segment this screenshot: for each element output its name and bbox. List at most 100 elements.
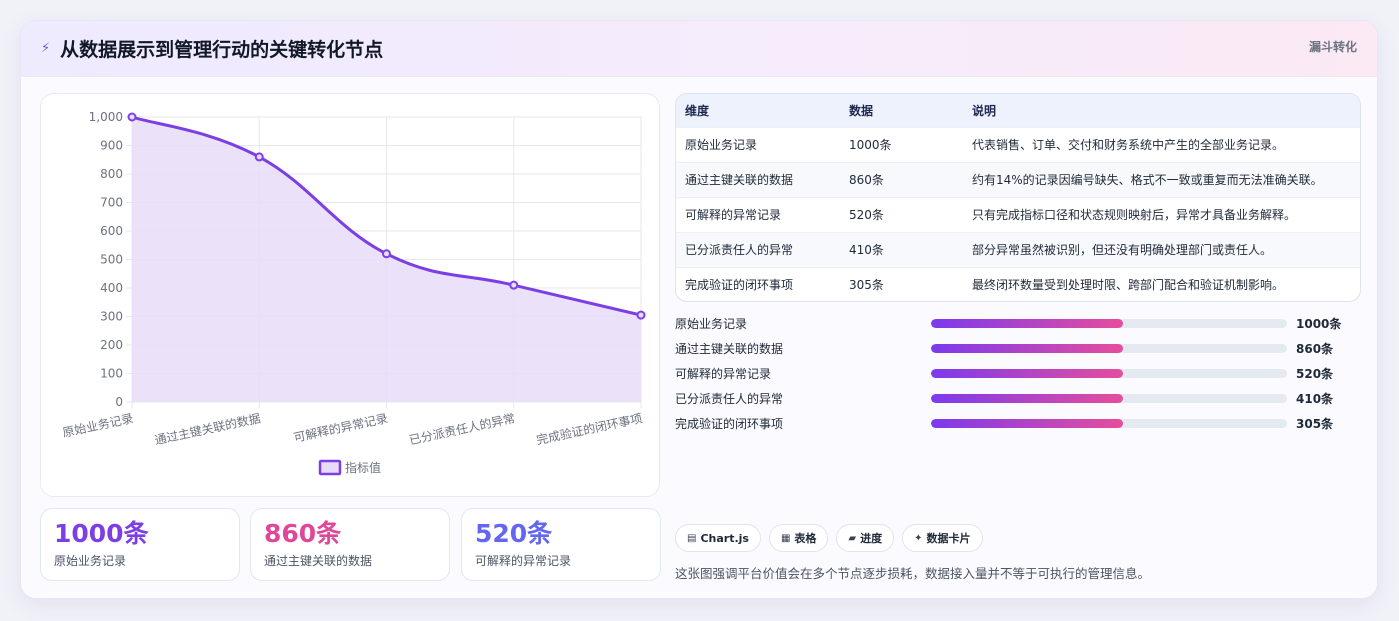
progress-value: 305条 xyxy=(1296,417,1334,431)
table-cell: 可解释的异常记录 xyxy=(676,196,840,232)
table-cell: 只有完成指标口径和状态规则映射后，异常才具备业务解释。 xyxy=(963,196,1360,232)
progress-value: 860条 xyxy=(1296,342,1334,356)
header-tag: 漏斗转化 xyxy=(1308,40,1357,54)
x-tick-label: 可解释的异常记录 xyxy=(292,410,389,445)
table-cell: 部分异常虽然被识别，但还没有明确处理部门或责任人。 xyxy=(963,231,1360,267)
progress-track xyxy=(931,319,1287,328)
data-point xyxy=(382,249,391,259)
kpi-label: 通过主键关联的数据 xyxy=(264,554,373,568)
progress-value: 1000条 xyxy=(1296,317,1342,331)
y-tick-label: 400 xyxy=(100,281,123,295)
page-title: 从数据展示到管理行动的关键转化节点 xyxy=(60,39,384,61)
y-tick-label: 300 xyxy=(100,310,123,324)
tag-label: 表格 xyxy=(794,532,817,545)
title-wrap: ⚡ 从数据展示到管理行动的关键转化节点 xyxy=(41,35,383,62)
table-cell: 完成验证的闭环事项 xyxy=(676,266,840,301)
tag-label: 进度 xyxy=(860,532,883,545)
column-header-description: 说明 xyxy=(963,94,1360,127)
data-point xyxy=(254,152,264,162)
kpi-card-0: 1000条 原始业务记录 xyxy=(40,508,240,581)
funnel-area-chart: 0 100 200 300 400 500 600 700 800 900 1,000 原始业务记录通… xyxy=(61,110,646,476)
table-cell: 约有14%的记录因编号缺失、格式不一致或重复而无法准确关联。 xyxy=(963,161,1360,197)
card-body: 0 100 200 300 400 500 600 700 800 900 1,000 原始业务记录通… xyxy=(21,78,1377,598)
progress-label: 通过主键关联的数据 xyxy=(675,342,784,356)
progress-fill xyxy=(931,344,1124,353)
column-header-dimension: 维度 xyxy=(676,94,840,127)
y-tick-label: 100 xyxy=(100,367,123,381)
kpi-label: 可解释的异常记录 xyxy=(475,554,572,568)
table-cell: 通过主键关联的数据 xyxy=(676,161,840,197)
kpi-label: 原始业务记录 xyxy=(54,554,127,568)
progress-row: 已分派责任人的异常 410条 xyxy=(675,386,1365,411)
x-tick-label: 原始业务记录 xyxy=(61,410,135,440)
progress-label: 完成验证的闭环事项 xyxy=(675,417,784,431)
y-tick-label: 900 xyxy=(100,139,123,153)
data-table: 维度 数据 说明 原始业务记录 1000条 代表销售、订单、交付和财务系统中产生… xyxy=(676,94,1360,301)
legend-swatch xyxy=(318,459,342,476)
y-tick-label: 0 xyxy=(115,395,123,409)
table-cell: 原始业务记录 xyxy=(676,126,840,162)
progress-fill xyxy=(931,394,1124,403)
table-row: 可解释的异常记录 520条 只有完成指标口径和状态规则映射后，异常才具备业务解释… xyxy=(676,196,1360,232)
tag-label: Chart.js xyxy=(700,531,749,545)
table-icon: ▦ xyxy=(780,532,791,544)
progress-track xyxy=(931,394,1287,403)
progress-list: 原始业务记录 1000条 通过主键关联的数据 860条 可解释的异常记录 520… xyxy=(675,311,1365,436)
table-cell: 已分派责任人的异常 xyxy=(676,231,840,267)
progress-label: 可解释的异常记录 xyxy=(675,367,772,381)
progress-fill xyxy=(931,319,1124,328)
kpi-card-1: 860条 通过主键关联的数据 xyxy=(250,508,450,581)
tag-table: ▦ 表格 xyxy=(768,524,829,552)
x-tick-label: 完成验证的闭环事项 xyxy=(535,410,644,447)
table-cell: 代表销售、订单、交付和财务系统中产生的全部业务记录。 xyxy=(963,126,1360,162)
dashboard-card: ⚡ 从数据展示到管理行动的关键转化节点 漏斗转化 0 100 200 300 400 50… xyxy=(20,20,1378,599)
progress-value: 520条 xyxy=(1296,367,1334,381)
bolt-icon: ⚡ xyxy=(41,41,51,56)
data-point xyxy=(127,112,137,122)
column-header-data: 数据 xyxy=(840,94,963,127)
y-tick-label: 600 xyxy=(100,224,123,238)
y-tick-label: 200 xyxy=(100,338,123,352)
progress-track xyxy=(931,369,1287,378)
legend-label: 指标值 xyxy=(345,460,381,475)
y-tick-label: 700 xyxy=(100,196,123,210)
table-cell: 1000条 xyxy=(840,126,963,162)
progress-label: 已分派责任人的异常 xyxy=(675,392,784,406)
data-table-panel: 维度 数据 说明 原始业务记录 1000条 代表销售、订单、交付和财务系统中产生… xyxy=(675,93,1361,302)
table-cell: 最终闭环数量受到处理时限、跨部门配合和验证机制影响。 xyxy=(963,266,1360,301)
y-tick-label: 1,000 xyxy=(89,110,123,124)
tag-progress: ▰ 进度 xyxy=(836,524,895,552)
x-tick-label: 已分派责任人的异常 xyxy=(408,410,517,447)
progress-row: 通过主键关联的数据 860条 xyxy=(675,336,1365,361)
kpi-card-2: 520条 可解释的异常记录 xyxy=(461,508,661,581)
progress-fill xyxy=(931,369,1124,378)
chart-icon: ▤ xyxy=(687,532,697,544)
card-icon: ✦ xyxy=(914,532,923,544)
progress-fill xyxy=(931,419,1124,428)
table-header-row: 维度 数据 说明 xyxy=(676,94,1360,127)
progress-track xyxy=(931,419,1287,428)
tag-data-card: ✦ 数据卡片 xyxy=(902,524,983,552)
table-row: 完成验证的闭环事项 305条 最终闭环数量受到处理时限、跨部门配合和验证机制影响… xyxy=(676,266,1360,301)
table-cell: 410条 xyxy=(840,231,963,267)
progress-value: 410条 xyxy=(1296,392,1334,406)
progress-row: 完成验证的闭环事项 305条 xyxy=(675,411,1365,436)
progress-row: 原始业务记录 1000条 xyxy=(675,311,1365,336)
footer-note: 这张图强调平台价值会在多个节点逐步损耗，数据接入量并不等于可执行的管理信息。 xyxy=(675,566,1151,581)
progress-track xyxy=(931,344,1287,353)
table-row: 原始业务记录 1000条 代表销售、订单、交付和财务系统中产生的全部业务记录。 xyxy=(676,126,1360,162)
tech-tags: ▤ Chart.js ▦ 表格 ▰ 进度 ✦ 数据卡片 xyxy=(675,524,983,552)
kpi-value: 520条 xyxy=(475,519,553,548)
data-point xyxy=(509,280,519,290)
table-cell: 305条 xyxy=(840,266,963,301)
progress-label: 原始业务记录 xyxy=(675,317,748,331)
tag-label: 数据卡片 xyxy=(926,532,971,545)
kpi-value: 1000条 xyxy=(54,519,149,548)
y-tick-label: 500 xyxy=(100,253,123,267)
card-header: ⚡ 从数据展示到管理行动的关键转化节点 漏斗转化 xyxy=(21,21,1377,77)
kpi-value: 860条 xyxy=(264,519,342,548)
table-cell: 860条 xyxy=(840,161,963,197)
table-row: 已分派责任人的异常 410条 部分异常虽然被识别，但还没有明确处理部门或责任人。 xyxy=(676,231,1360,267)
y-tick-label: 800 xyxy=(100,167,123,181)
chart-panel: 0 100 200 300 400 500 600 700 800 900 1,000 原始业务记录通… xyxy=(40,93,660,497)
